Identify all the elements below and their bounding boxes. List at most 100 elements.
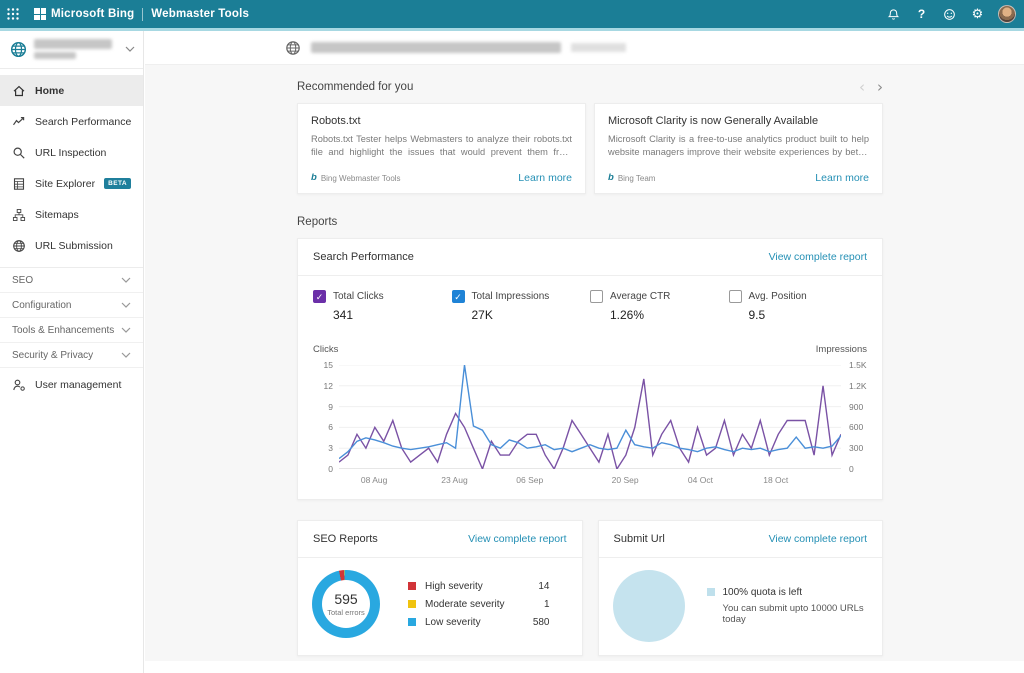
x-tick-label: 18 Oct bbox=[763, 475, 788, 485]
x-axis-labels: 08 Aug23 Aug06 Sep20 Sep04 Oct18 Oct bbox=[339, 473, 841, 489]
sidebar-item-label: URL Submission bbox=[35, 240, 113, 252]
seo-errors-donut-chart: 595 Total errors bbox=[312, 570, 380, 638]
search-performance-card: Search Performance View complete report … bbox=[297, 238, 883, 500]
right-tick-label: 0 bbox=[849, 464, 854, 474]
total-impressions-checkbox[interactable]: ✓ bbox=[452, 290, 465, 303]
source-label: Bing Team bbox=[618, 174, 656, 183]
series-total-clicks bbox=[339, 379, 841, 469]
sidebar-section-security-privacy[interactable]: Security & Privacy bbox=[0, 343, 143, 368]
sidebar-item-sitemaps[interactable]: Sitemaps bbox=[0, 199, 143, 230]
x-tick-label: 04 Oct bbox=[688, 475, 713, 485]
chevron-down-icon bbox=[121, 352, 131, 358]
right-tick-label: 1.5K bbox=[849, 360, 867, 370]
metrics-row: ✓ Total Clicks 341 ✓ Total Impressions 2… bbox=[298, 276, 882, 326]
performance-chart-svg bbox=[339, 365, 841, 469]
metric-value: 1.26% bbox=[610, 308, 729, 322]
bing-logo-icon: b bbox=[311, 173, 317, 183]
legend-label: Moderate severity bbox=[425, 599, 504, 610]
metric-label: Total Impressions bbox=[472, 291, 550, 302]
app-launcher-icon[interactable] bbox=[0, 0, 26, 28]
sidebar-item-url-submission[interactable]: URL Submission bbox=[0, 230, 143, 261]
sidebar-section-configuration[interactable]: Configuration bbox=[0, 293, 143, 318]
topbar-divider bbox=[142, 8, 143, 21]
main-content: Recommended for you ‹ › Robots.txt Robot… bbox=[145, 31, 1024, 673]
carousel-controls: ‹ › bbox=[859, 81, 883, 93]
legend-row-low-severity: Low severity 580 bbox=[408, 617, 568, 628]
low-severity-swatch bbox=[408, 618, 416, 626]
microsoft-logo-icon bbox=[34, 8, 46, 20]
avg-position-checkbox[interactable] bbox=[729, 290, 742, 303]
x-tick-label: 06 Sep bbox=[516, 475, 543, 485]
bottom-strip bbox=[145, 661, 1024, 673]
quota-pie-chart bbox=[613, 570, 685, 642]
x-tick-label: 20 Sep bbox=[612, 475, 639, 485]
x-tick-label: 23 Aug bbox=[441, 475, 467, 485]
total-clicks-checkbox[interactable]: ✓ bbox=[313, 290, 326, 303]
sidebar-item-search-performance[interactable]: Search Performance bbox=[0, 106, 143, 137]
sidebar-item-site-explorer[interactable]: Site Explorer BETA bbox=[0, 168, 143, 199]
submit-url-title: Submit Url bbox=[614, 533, 665, 545]
sidebar-section-seo[interactable]: SEO bbox=[0, 268, 143, 293]
feedback-smiley-icon[interactable] bbox=[942, 7, 957, 22]
left-axis-ticks: 03691215 bbox=[313, 365, 339, 469]
legend-label: High severity bbox=[425, 581, 483, 592]
metric-label: Average CTR bbox=[610, 291, 670, 302]
carousel-next-icon[interactable]: › bbox=[877, 81, 883, 93]
sidebar: Home Search Performance URL Inspection S… bbox=[0, 31, 144, 673]
right-tick-label: 300 bbox=[849, 443, 863, 453]
site-header bbox=[145, 31, 1024, 65]
quota-label: 100% quota is left bbox=[723, 587, 803, 598]
sidebar-item-label: Sitemaps bbox=[35, 209, 79, 221]
search-performance-title: Search Performance bbox=[313, 251, 414, 263]
sidebar-section-tools-enhancements[interactable]: Tools & Enhancements bbox=[0, 318, 143, 343]
sidebar-item-url-inspection[interactable]: URL Inspection bbox=[0, 137, 143, 168]
product-title[interactable]: Webmaster Tools bbox=[151, 8, 249, 20]
left-tick-label: 12 bbox=[324, 381, 333, 391]
sidebar-item-user-management[interactable]: User management bbox=[0, 368, 143, 402]
sidebar-item-label: User management bbox=[35, 379, 121, 391]
redacted-site-url-tail bbox=[571, 43, 626, 52]
sidebar-item-label: Site Explorer bbox=[35, 178, 95, 190]
source-label: Bing Webmaster Tools bbox=[321, 174, 401, 183]
notifications-bell-icon[interactable] bbox=[886, 7, 901, 22]
metric-label: Total Clicks bbox=[333, 291, 384, 302]
view-complete-report-link[interactable]: View complete report bbox=[769, 533, 867, 545]
seo-reports-title: SEO Reports bbox=[313, 533, 378, 545]
performance-chart: Clicks Impressions 03691215 08 Aug23 Aug… bbox=[298, 326, 882, 499]
section-label: Configuration bbox=[12, 300, 71, 311]
redacted-site-name bbox=[34, 39, 112, 59]
promo-card-microsoft-clarity[interactable]: Microsoft Clarity is now Generally Avail… bbox=[594, 103, 883, 194]
carousel-prev-icon[interactable]: ‹ bbox=[859, 81, 865, 93]
settings-gear-icon[interactable]: ⚙ bbox=[970, 7, 985, 22]
globe-icon bbox=[12, 239, 26, 253]
seo-legend: High severity 14 Moderate severity 1 Low… bbox=[408, 574, 568, 635]
learn-more-link[interactable]: Learn more bbox=[518, 172, 572, 184]
section-label: Tools & Enhancements bbox=[12, 325, 114, 336]
view-complete-report-link[interactable]: View complete report bbox=[769, 251, 867, 263]
metric-value: 341 bbox=[333, 308, 452, 322]
bottom-cards-row: SEO Reports View complete report 595 Tot… bbox=[297, 520, 883, 656]
submit-url-card: Submit Url View complete report 100% quo… bbox=[598, 520, 884, 656]
left-tick-label: 0 bbox=[328, 464, 333, 474]
user-avatar[interactable] bbox=[998, 5, 1016, 23]
learn-more-link[interactable]: Learn more bbox=[815, 172, 869, 184]
brand-title[interactable]: Microsoft Bing bbox=[51, 8, 134, 20]
top-app-bar: Microsoft Bing Webmaster Tools ? ⚙ bbox=[0, 0, 1024, 28]
user-management-icon bbox=[12, 378, 26, 392]
right-axis-title: Impressions bbox=[816, 344, 867, 355]
reports-title: Reports bbox=[297, 216, 337, 228]
site-explorer-icon bbox=[12, 177, 26, 191]
metric-value: 27K bbox=[472, 308, 591, 322]
site-selector[interactable] bbox=[0, 31, 143, 69]
legend-label: Low severity bbox=[425, 617, 481, 628]
promo-card-title: Robots.txt bbox=[311, 115, 572, 127]
average-ctr-checkbox[interactable] bbox=[590, 290, 603, 303]
sitemap-icon bbox=[12, 208, 26, 222]
metric-value: 9.5 bbox=[749, 308, 868, 322]
trend-icon bbox=[12, 115, 26, 129]
seo-reports-card: SEO Reports View complete report 595 Tot… bbox=[297, 520, 583, 656]
sidebar-item-home[interactable]: Home bbox=[0, 75, 143, 106]
view-complete-report-link[interactable]: View complete report bbox=[468, 533, 566, 545]
help-icon[interactable]: ? bbox=[914, 7, 929, 22]
promo-card-robots-txt[interactable]: Robots.txt Robots.txt Tester helps Webma… bbox=[297, 103, 586, 194]
